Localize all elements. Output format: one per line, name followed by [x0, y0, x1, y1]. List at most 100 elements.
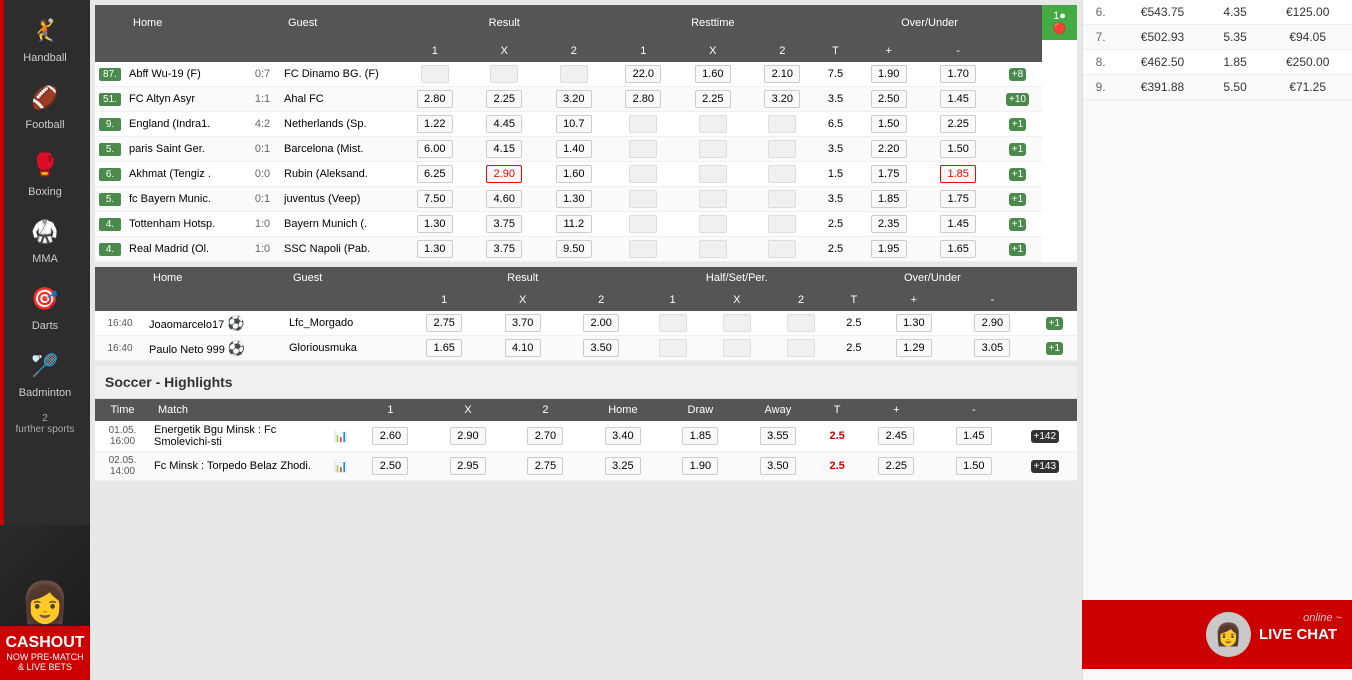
over-minus[interactable]: 3.05: [974, 339, 1010, 357]
hl-plus[interactable]: 2.25: [878, 457, 914, 475]
odds-2[interactable]: 3.50: [583, 339, 619, 357]
hl-minus[interactable]: 1.50: [956, 457, 992, 475]
rt-1[interactable]: [609, 187, 679, 212]
odds-2[interactable]: 11.2: [539, 212, 609, 237]
hl-odds-x[interactable]: 2.90: [450, 427, 486, 445]
more-bets-badge[interactable]: +1: [1046, 317, 1063, 330]
more-bets-badge[interactable]: +1: [1009, 168, 1026, 181]
odds-1[interactable]: 1.22: [400, 112, 470, 137]
rt-x[interactable]: [678, 212, 748, 237]
over-minus[interactable]: 2.25: [923, 112, 993, 137]
odds-1[interactable]: 1.65: [426, 339, 462, 357]
rt-2[interactable]: [748, 237, 818, 262]
odds-1[interactable]: 2.75: [426, 314, 462, 332]
odds-2[interactable]: 2.00: [583, 314, 619, 332]
rt-x[interactable]: [678, 112, 748, 137]
hl-plus[interactable]: 2.45: [878, 427, 914, 445]
over-plus[interactable]: 1.95: [854, 237, 924, 262]
odds-x[interactable]: 3.75: [470, 237, 540, 262]
more-bets-badge[interactable]: +8: [1009, 68, 1026, 81]
odds-x[interactable]: 4.45: [470, 112, 540, 137]
odds-x[interactable]: 4.10: [505, 339, 541, 357]
more-bets-badge[interactable]: +1: [1009, 243, 1026, 256]
hl-odds-x[interactable]: 2.95: [450, 457, 486, 475]
more-bets-badge[interactable]: +1: [1009, 143, 1026, 156]
ht-2[interactable]: [787, 314, 815, 332]
over-plus[interactable]: 1.29: [896, 339, 932, 357]
hl-home[interactable]: 3.25: [605, 457, 641, 475]
hl-odds-2[interactable]: 2.75: [527, 457, 563, 475]
hl-away[interactable]: 3.55: [760, 427, 796, 445]
hl-minus[interactable]: 1.45: [956, 427, 992, 445]
over-plus[interactable]: 2.50: [854, 87, 924, 112]
rt-x[interactable]: [678, 162, 748, 187]
sidebar-item-darts[interactable]: 🎯 Darts: [0, 273, 90, 340]
rt-1[interactable]: [609, 237, 679, 262]
over-minus[interactable]: 1.70: [923, 62, 993, 87]
hl-home[interactable]: 3.40: [605, 427, 641, 445]
odds-1[interactable]: 1.30: [400, 237, 470, 262]
odds-2[interactable]: 10.7: [539, 112, 609, 137]
cashout-button[interactable]: CASHOUT NOW PRE-MATCH & LIVE BETS: [0, 626, 90, 680]
ht-x[interactable]: [723, 339, 751, 357]
ht-x[interactable]: [723, 314, 751, 332]
more-bets-badge[interactable]: +1: [1009, 193, 1026, 206]
rt-2[interactable]: [748, 187, 818, 212]
odds-x[interactable]: 2.90: [470, 162, 540, 187]
rt-2[interactable]: [748, 112, 818, 137]
odds-x[interactable]: 3.75: [470, 212, 540, 237]
sidebar-item-mma[interactable]: 🥋 MMA: [0, 206, 90, 273]
hl-away[interactable]: 3.50: [760, 457, 796, 475]
ht-2[interactable]: [787, 339, 815, 357]
hl-odds-1[interactable]: 2.60: [372, 427, 408, 445]
ht-1[interactable]: [659, 339, 687, 357]
odds-2[interactable]: 1.40: [539, 137, 609, 162]
odds-1[interactable]: 1.30: [400, 212, 470, 237]
odds-x[interactable]: 3.70: [505, 314, 541, 332]
rt-1[interactable]: 22.0: [609, 62, 679, 87]
odds-1[interactable]: 6.25: [400, 162, 470, 187]
ht-1[interactable]: [659, 314, 687, 332]
more-bets-badge[interactable]: +1: [1009, 118, 1026, 131]
over-minus[interactable]: 1.85: [923, 162, 993, 187]
more-bets-badge[interactable]: +10: [1006, 93, 1029, 106]
odds-x[interactable]: 4.15: [470, 137, 540, 162]
hl-draw[interactable]: 1.90: [682, 457, 718, 475]
over-plus[interactable]: 1.90: [854, 62, 924, 87]
rt-2[interactable]: [748, 212, 818, 237]
odds-x[interactable]: 2.25: [470, 87, 540, 112]
rt-2[interactable]: [748, 162, 818, 187]
rt-x[interactable]: [678, 137, 748, 162]
rt-1[interactable]: [609, 137, 679, 162]
sidebar-item-boxing[interactable]: 🥊 Boxing: [0, 139, 90, 206]
odds-2[interactable]: [539, 62, 609, 87]
over-minus[interactable]: 1.50: [923, 137, 993, 162]
live-chat-bar[interactable]: 👩 LIVE CHAT: [1082, 600, 1352, 669]
odds-1[interactable]: 7.50: [400, 187, 470, 212]
odds-x[interactable]: 4.60: [470, 187, 540, 212]
over-minus[interactable]: 1.75: [923, 187, 993, 212]
over-minus[interactable]: 1.65: [923, 237, 993, 262]
odds-2[interactable]: 3.20: [539, 87, 609, 112]
odds-2[interactable]: 1.30: [539, 187, 609, 212]
odds-1[interactable]: [400, 62, 470, 87]
sidebar-item-badminton[interactable]: 🏸 Badminton: [0, 340, 90, 407]
sidebar-item-football[interactable]: 🏈 Football: [0, 72, 90, 139]
hl-more-badge[interactable]: +143: [1031, 460, 1060, 473]
rt-2[interactable]: [748, 137, 818, 162]
over-minus[interactable]: 1.45: [923, 87, 993, 112]
over-minus[interactable]: 1.45: [923, 212, 993, 237]
odds-1[interactable]: 6.00: [400, 137, 470, 162]
over-plus[interactable]: 1.50: [854, 112, 924, 137]
rt-x[interactable]: 2.25: [678, 87, 748, 112]
rt-x[interactable]: [678, 187, 748, 212]
more-bets-badge[interactable]: +1: [1046, 342, 1063, 355]
sidebar-further-sports[interactable]: 2 further sports: [14, 407, 77, 441]
more-bets-badge[interactable]: +1: [1009, 218, 1026, 231]
hl-draw[interactable]: 1.85: [682, 427, 718, 445]
rt-x[interactable]: 1.60: [678, 62, 748, 87]
over-plus[interactable]: 1.75: [854, 162, 924, 187]
sidebar-item-handball[interactable]: 🤾 Handball: [0, 5, 90, 72]
over-minus[interactable]: 2.90: [974, 314, 1010, 332]
hl-odds-1[interactable]: 2.50: [372, 457, 408, 475]
